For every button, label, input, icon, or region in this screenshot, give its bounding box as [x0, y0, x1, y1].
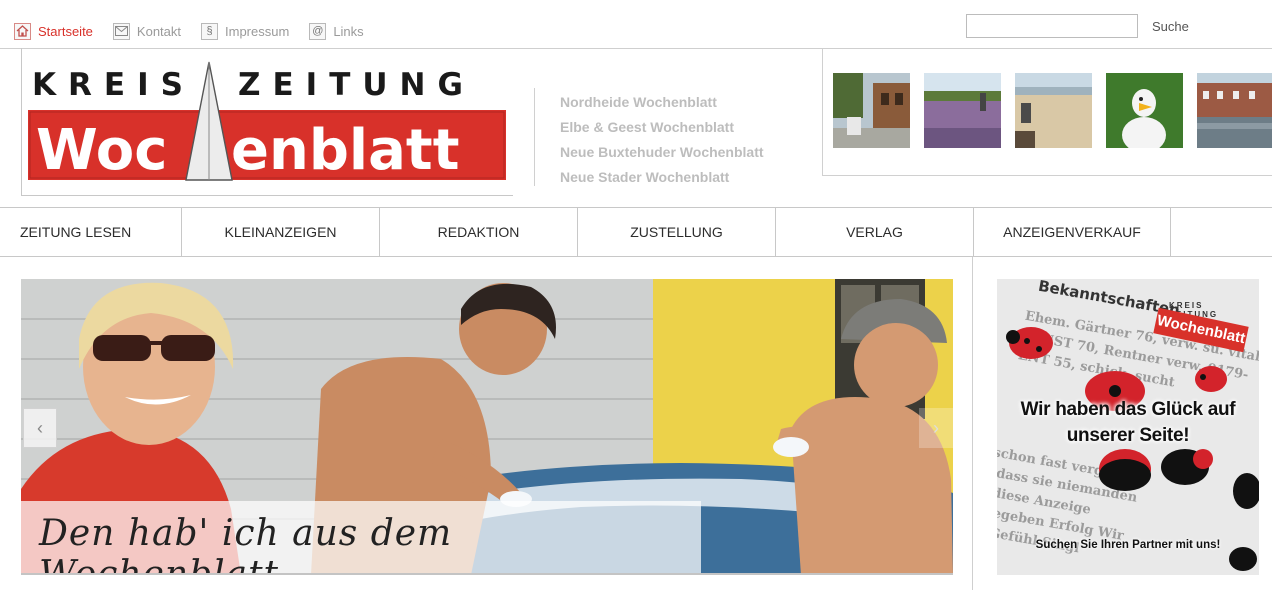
edition-stade[interactable]: Neue Stader Wochenblatt	[560, 165, 764, 190]
mainnav-zeitung-lesen[interactable]: ZEITUNG LESEN	[0, 208, 182, 256]
slider-prev-button[interactable]: ‹	[23, 408, 57, 448]
nav-links-label: Links	[333, 23, 364, 39]
sidebar-divider	[972, 257, 973, 590]
logo-line1-part2: ZEITUNG	[238, 67, 475, 103]
slide-caption-text: Den hab' ich aus dem Wochenblatt	[39, 513, 453, 575]
main-nav: ZEITUNG LESEN KLEINANZEIGEN REDAKTION ZU…	[0, 207, 1272, 257]
ad-headline: Wir haben das Glück auf unserer Seite!	[1005, 397, 1251, 449]
mainnav-zustellung[interactable]: ZUSTELLUNG	[578, 208, 776, 256]
search-input[interactable]	[966, 14, 1138, 38]
gallery-photo-beach[interactable]	[1015, 73, 1092, 148]
edition-elbe-geest[interactable]: Elbe & Geest Wochenblatt	[560, 115, 764, 140]
mainnav-redaktion[interactable]: REDAKTION	[380, 208, 578, 256]
gallery-photo-town-square[interactable]	[833, 73, 910, 148]
at-sign-icon: @	[309, 22, 327, 40]
chevron-right-icon: ›	[933, 417, 939, 438]
nav-kontakt[interactable]: Kontakt	[112, 22, 182, 40]
slider-next-button[interactable]: ›	[919, 408, 953, 448]
nav-startseite[interactable]: Startseite	[14, 22, 93, 40]
logo-line2-part1: Woc	[36, 118, 167, 183]
edition-buxtehude[interactable]: Neue Buxtehuder Wochenblatt	[560, 140, 764, 165]
mainnav-verlag[interactable]: VERLAG	[776, 208, 974, 256]
ad-logo: KREIS ZEITUNG Wochenblatt	[1149, 297, 1253, 355]
logo[interactable]: KREIS ZEITUNG Woc enblatt	[26, 56, 508, 184]
nav-impressum[interactable]: § Impressum	[201, 22, 290, 40]
search-form: Suche	[966, 14, 1189, 38]
header-divider	[534, 88, 535, 186]
chevron-left-icon: ‹	[37, 417, 43, 438]
ad-headline-line2: unserer Seite!	[1066, 425, 1190, 446]
search-button[interactable]: Suche	[1152, 19, 1189, 34]
logo-line2-part2: enblatt	[231, 118, 459, 183]
nav-startseite-label: Startseite	[38, 23, 93, 39]
home-icon	[14, 22, 31, 40]
nav-kontakt-label: Kontakt	[136, 23, 182, 39]
utility-nav: Startseite Kontakt § Impressum @ Links	[14, 20, 384, 42]
gallery-photo-mascot[interactable]	[1106, 73, 1183, 148]
ad-subline: Suchen Sie Ihren Partner mit uns!	[1035, 539, 1221, 551]
mainnav-anzeigenverkauf[interactable]: ANZEIGENVERKAUF	[974, 208, 1171, 256]
logo-line1-part1: KREIS	[32, 67, 195, 103]
nav-impressum-label: Impressum	[225, 23, 290, 39]
envelope-icon	[112, 22, 130, 40]
nav-links[interactable]: @ Links	[309, 22, 364, 40]
partner-ad-banner[interactable]: Ehem. Gärtner 76, verw. su. vital. ERNST…	[997, 279, 1259, 575]
photo-gallery	[822, 48, 1272, 176]
mainnav-kleinanzeigen[interactable]: KLEINANZEIGEN	[182, 208, 380, 256]
hero-slider: Den hab' ich aus dem Wochenblatt ‹ ›	[21, 279, 953, 575]
gallery-photo-heath[interactable]	[924, 73, 1001, 148]
ad-headline-line1: Wir haben das Glück auf	[1020, 399, 1236, 420]
edition-nordheide[interactable]: Nordheide Wochenblatt	[560, 90, 764, 115]
section-sign-icon: §	[201, 22, 219, 40]
slide-caption: Den hab' ich aus dem Wochenblatt	[21, 501, 701, 575]
gallery-photo-harbour[interactable]	[1197, 73, 1272, 148]
edition-list: Nordheide Wochenblatt Elbe & Geest Woche…	[560, 90, 764, 190]
